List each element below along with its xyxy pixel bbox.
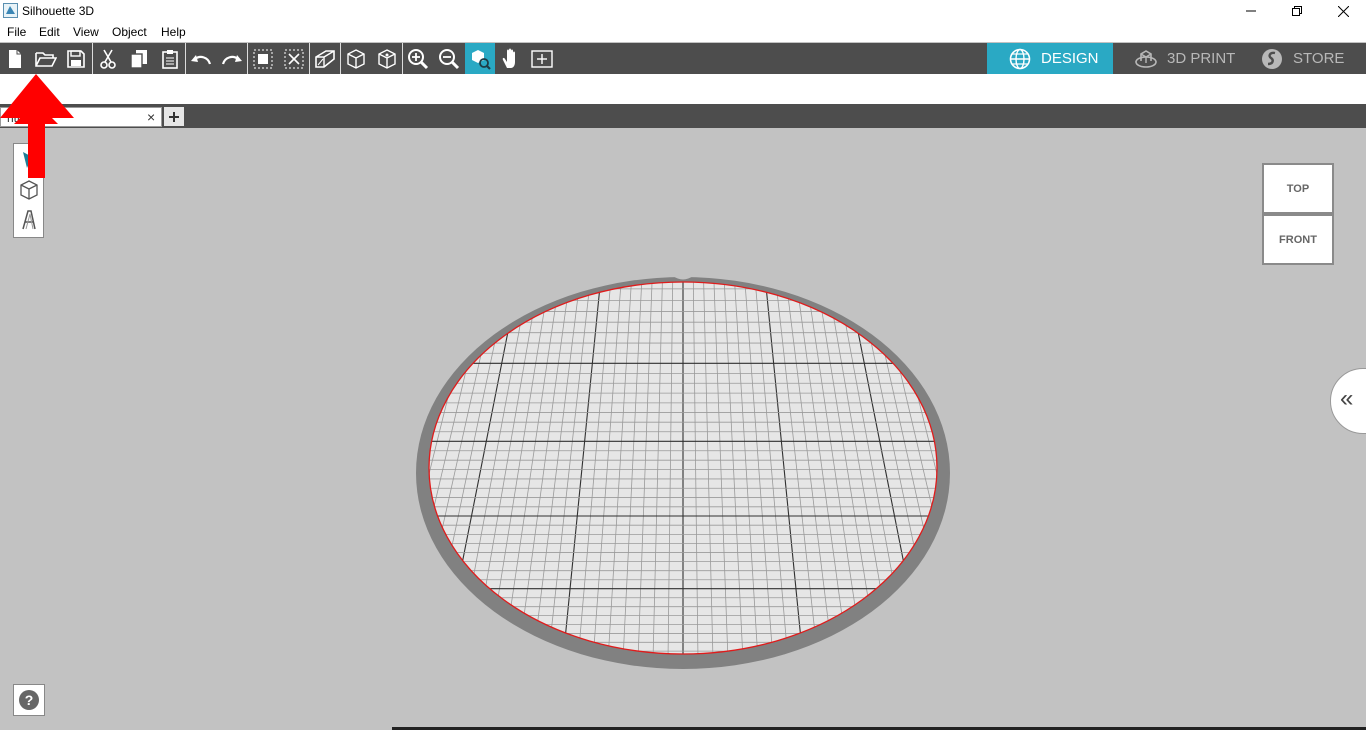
cut-icon[interactable]	[93, 43, 123, 74]
cube-iso-icon[interactable]	[372, 43, 402, 74]
open-folder-icon[interactable]	[31, 43, 61, 74]
minimize-button[interactable]	[1228, 0, 1274, 22]
document-tab-bar	[0, 104, 1366, 128]
menu-object[interactable]: Object	[112, 25, 147, 39]
cube-view-icon[interactable]	[341, 43, 371, 74]
new-tab-button[interactable]	[164, 107, 184, 126]
ungroup-icon[interactable]	[279, 43, 309, 74]
undo-icon[interactable]	[186, 43, 216, 74]
save-icon[interactable]	[61, 43, 91, 74]
double-chevron-left-icon: «	[1340, 385, 1354, 412]
help-button[interactable]: ?	[13, 684, 45, 716]
build-plate[interactable]	[410, 270, 955, 675]
mode-tab-design[interactable]: DESIGN	[987, 43, 1113, 74]
mode-store-label: STORE	[1293, 50, 1345, 67]
new-file-icon[interactable]	[0, 43, 30, 74]
annotation-arrow	[0, 74, 74, 178]
cube-tool-icon[interactable]	[16, 176, 42, 204]
property-strip	[0, 74, 1366, 104]
plus-icon	[169, 111, 179, 122]
paste-icon[interactable]	[155, 43, 185, 74]
view-cube-top[interactable]: TOP	[1262, 163, 1334, 214]
menu-bar: File Edit View Object Help	[0, 22, 1366, 42]
zoom-to-fit-icon[interactable]	[465, 43, 495, 74]
menu-file[interactable]: File	[7, 25, 26, 39]
panel-expand-button[interactable]: «	[1330, 368, 1366, 434]
app-icon	[3, 3, 18, 18]
printer-bed-icon	[1135, 49, 1157, 68]
close-tab-icon[interactable]: ×	[147, 109, 155, 125]
menu-edit[interactable]: Edit	[39, 25, 60, 39]
title-bar: Silhouette 3D	[0, 0, 1366, 22]
mode-print-label: 3D PRINT	[1167, 50, 1236, 67]
fit-page-icon[interactable]	[527, 43, 557, 74]
mode-design-label: DESIGN	[1041, 50, 1099, 67]
mode-tab-store[interactable]: STORE	[1239, 43, 1366, 74]
text-tool-icon[interactable]	[16, 206, 42, 234]
close-button[interactable]	[1320, 0, 1366, 22]
menu-help[interactable]: Help	[161, 25, 186, 39]
silhouette-store-icon	[1262, 48, 1282, 69]
pan-hand-icon[interactable]	[496, 43, 526, 74]
group-icon[interactable]	[248, 43, 278, 74]
svg-text:?: ?	[25, 692, 34, 708]
copy-icon[interactable]	[124, 43, 154, 74]
window-title: Silhouette 3D	[22, 4, 95, 18]
extrude-icon[interactable]	[310, 43, 340, 74]
redo-icon[interactable]	[217, 43, 247, 74]
zoom-out-icon[interactable]	[434, 43, 464, 74]
globe-icon	[1009, 48, 1031, 69]
restore-button[interactable]	[1274, 0, 1320, 22]
view-cube-front[interactable]: FRONT	[1262, 214, 1334, 265]
mode-tab-3d-print[interactable]: 3D PRINT	[1113, 43, 1239, 74]
zoom-in-icon[interactable]	[403, 43, 433, 74]
help-icon: ?	[19, 690, 39, 710]
menu-view[interactable]: View	[73, 25, 99, 39]
main-toolbar: DESIGN 3D PRINT STORE	[0, 43, 1366, 74]
